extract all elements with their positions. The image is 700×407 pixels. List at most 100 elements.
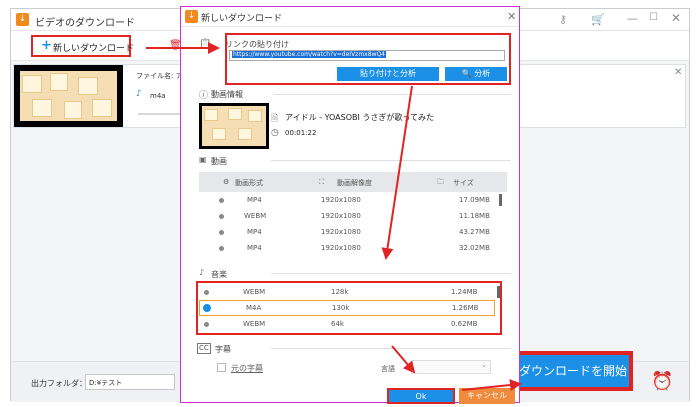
row-resolution: 1920x1080 — [321, 244, 361, 252]
row-size: 17.09MB — [459, 196, 490, 204]
original-subtitle-checkbox[interactable] — [217, 363, 226, 372]
row-bitrate: 128k — [331, 288, 349, 296]
window-title: ビデオのダウンロード — [35, 18, 135, 29]
ok-button[interactable]: Ok — [387, 388, 455, 404]
url-text: https://www.youtube.com/watch?v=deIVzmx8… — [232, 51, 386, 58]
new-download-dialog: ↓ 新しいダウンロード ✕ 📋 リンクの貼り付け https://www.you… — [180, 6, 520, 404]
paste-analyze-label: 貼り付けと分析 — [360, 69, 416, 78]
table-row[interactable]: MP4 1920x1080 43.27MB — [199, 224, 507, 240]
audio-section-divider — [271, 273, 511, 274]
new-download-button[interactable]: 新しいダウンロード — [53, 41, 134, 54]
table-row[interactable]: WEBM 128k 1.24MB — [199, 284, 495, 300]
video-duration: 00:01:22 — [285, 129, 317, 137]
original-subtitle-label: 元の字幕 — [231, 364, 263, 373]
dialog-title: 新しいダウンロード — [201, 14, 283, 24]
video-info-divider — [273, 94, 511, 95]
task-progress — [138, 113, 184, 115]
col-resolution: 動画解像度 — [337, 179, 372, 187]
video-thumbnail — [199, 103, 269, 149]
cc-icon: CC — [197, 343, 211, 354]
col-size: サイズ — [453, 179, 474, 187]
language-select[interactable]: ⌄ — [411, 360, 491, 374]
document-icon: 🗎 — [271, 114, 279, 124]
radio-icon — [204, 322, 209, 327]
task-thumbnail — [14, 65, 123, 127]
output-folder-field[interactable]: D:¥テスト — [85, 374, 175, 390]
row-format: M4A — [246, 304, 262, 312]
checked-radio-icon — [203, 304, 211, 312]
cancel-button[interactable]: キャンセル — [459, 388, 515, 404]
video-section-divider — [271, 160, 511, 161]
analyze-label: 分析 — [474, 69, 491, 78]
music-icon: ♪ — [199, 268, 205, 277]
subtitle-section-divider — [271, 348, 511, 349]
row-size: 1.24MB — [451, 288, 478, 296]
key-icon[interactable]: ⚷ — [559, 13, 567, 26]
row-format: MP4 — [247, 244, 262, 252]
col-format: 動画形式 — [235, 179, 263, 187]
radio-icon — [204, 290, 209, 295]
row-bitrate: 64k — [331, 320, 344, 328]
row-size: 1.26MB — [452, 304, 479, 312]
video-section-title: 動画 — [211, 157, 227, 166]
analyze-button[interactable]: 🔍 分析 — [445, 67, 507, 81]
start-download-button[interactable]: ダウンロードを開始 — [513, 351, 633, 391]
row-bitrate: 130k — [332, 304, 350, 312]
table-row[interactable]: WEBM 1920x1080 11.18MB — [199, 208, 507, 224]
language-label: 言語 — [381, 365, 395, 373]
plus-icon: + — [41, 38, 52, 53]
video-title: アイドル - YOASOBI うさぎが歌ってみた — [285, 113, 435, 122]
dialog-app-icon: ↓ — [185, 10, 198, 23]
row-format: MP4 — [247, 228, 262, 236]
row-resolution: 1920x1080 — [321, 196, 361, 204]
audio-file-icon: ♪ — [136, 89, 142, 99]
row-size: 43.27MB — [459, 228, 490, 236]
table-row[interactable]: WEBM 64k 0.62MB — [199, 316, 495, 332]
audio-scrollbar[interactable] — [497, 286, 500, 298]
task-format: m4a — [150, 92, 166, 100]
format-col-icon: ⚙ — [223, 178, 230, 186]
minimize-icon[interactable]: — — [627, 12, 638, 25]
output-folder-label: 出力フォルダ： — [31, 379, 87, 388]
table-row-selected[interactable]: M4A 130k 1.26MB — [199, 300, 495, 316]
search-icon: 🔍 — [461, 69, 475, 78]
video-scrollbar[interactable] — [499, 194, 502, 206]
video-info-title: 動画情報 — [211, 90, 243, 99]
row-size: 32.02MB — [459, 244, 490, 252]
app-icon: ↓ — [16, 13, 29, 26]
close-icon[interactable]: ✕ — [671, 11, 681, 25]
audio-table: WEBM 128k 1.24MB M4A 130k 1.26MB WEBM 64… — [199, 284, 500, 332]
maximize-icon[interactable]: ☐ — [649, 12, 658, 23]
clock-icon: ◷ — [271, 128, 279, 138]
task-close-icon[interactable]: ✕ — [674, 67, 682, 78]
table-row[interactable]: MP4 1920x1080 32.02MB — [199, 240, 507, 256]
row-size: 11.18MB — [459, 212, 490, 220]
table-row[interactable]: MP4 1920x1080 17.09MB — [199, 192, 507, 208]
paste-analyze-button[interactable]: 貼り付けと分析 — [337, 67, 439, 81]
radio-icon — [219, 230, 224, 235]
resolution-col-icon: ⛶ — [319, 178, 324, 186]
row-resolution: 1920x1080 — [321, 212, 361, 220]
alarm-clock-icon[interactable]: ⏰ — [651, 371, 673, 392]
row-format: WEBM — [243, 288, 266, 296]
video-table-header: ⚙ 動画形式 ⛶ 動画解像度 🗀 サイズ — [199, 172, 507, 192]
audio-section-title: 音楽 — [211, 270, 227, 279]
dialog-titlebar: ↓ 新しいダウンロード ✕ — [181, 7, 519, 27]
film-icon: ▣ — [199, 155, 207, 164]
info-icon: ⓘ — [199, 91, 209, 101]
subtitle-section-title: 字幕 — [215, 345, 231, 354]
radio-icon — [219, 214, 224, 219]
row-format: WEBM — [244, 212, 267, 220]
row-size: 0.62MB — [451, 320, 478, 328]
url-input[interactable]: https://www.youtube.com/watch?v=deIVzmx8… — [229, 50, 505, 61]
video-table: MP4 1920x1080 17.09MB WEBM 1920x1080 11.… — [199, 192, 507, 264]
row-resolution: 1920x1080 — [321, 228, 361, 236]
row-format: MP4 — [247, 196, 262, 204]
clipboard-icon: 📋 — [199, 39, 212, 50]
row-format: WEBM — [243, 320, 266, 328]
radio-icon — [219, 246, 224, 251]
cart-icon[interactable]: 🛒 — [591, 13, 605, 26]
dialog-close-icon[interactable]: ✕ — [507, 10, 516, 23]
size-col-icon: 🗀 — [437, 178, 444, 186]
radio-icon — [219, 198, 224, 203]
